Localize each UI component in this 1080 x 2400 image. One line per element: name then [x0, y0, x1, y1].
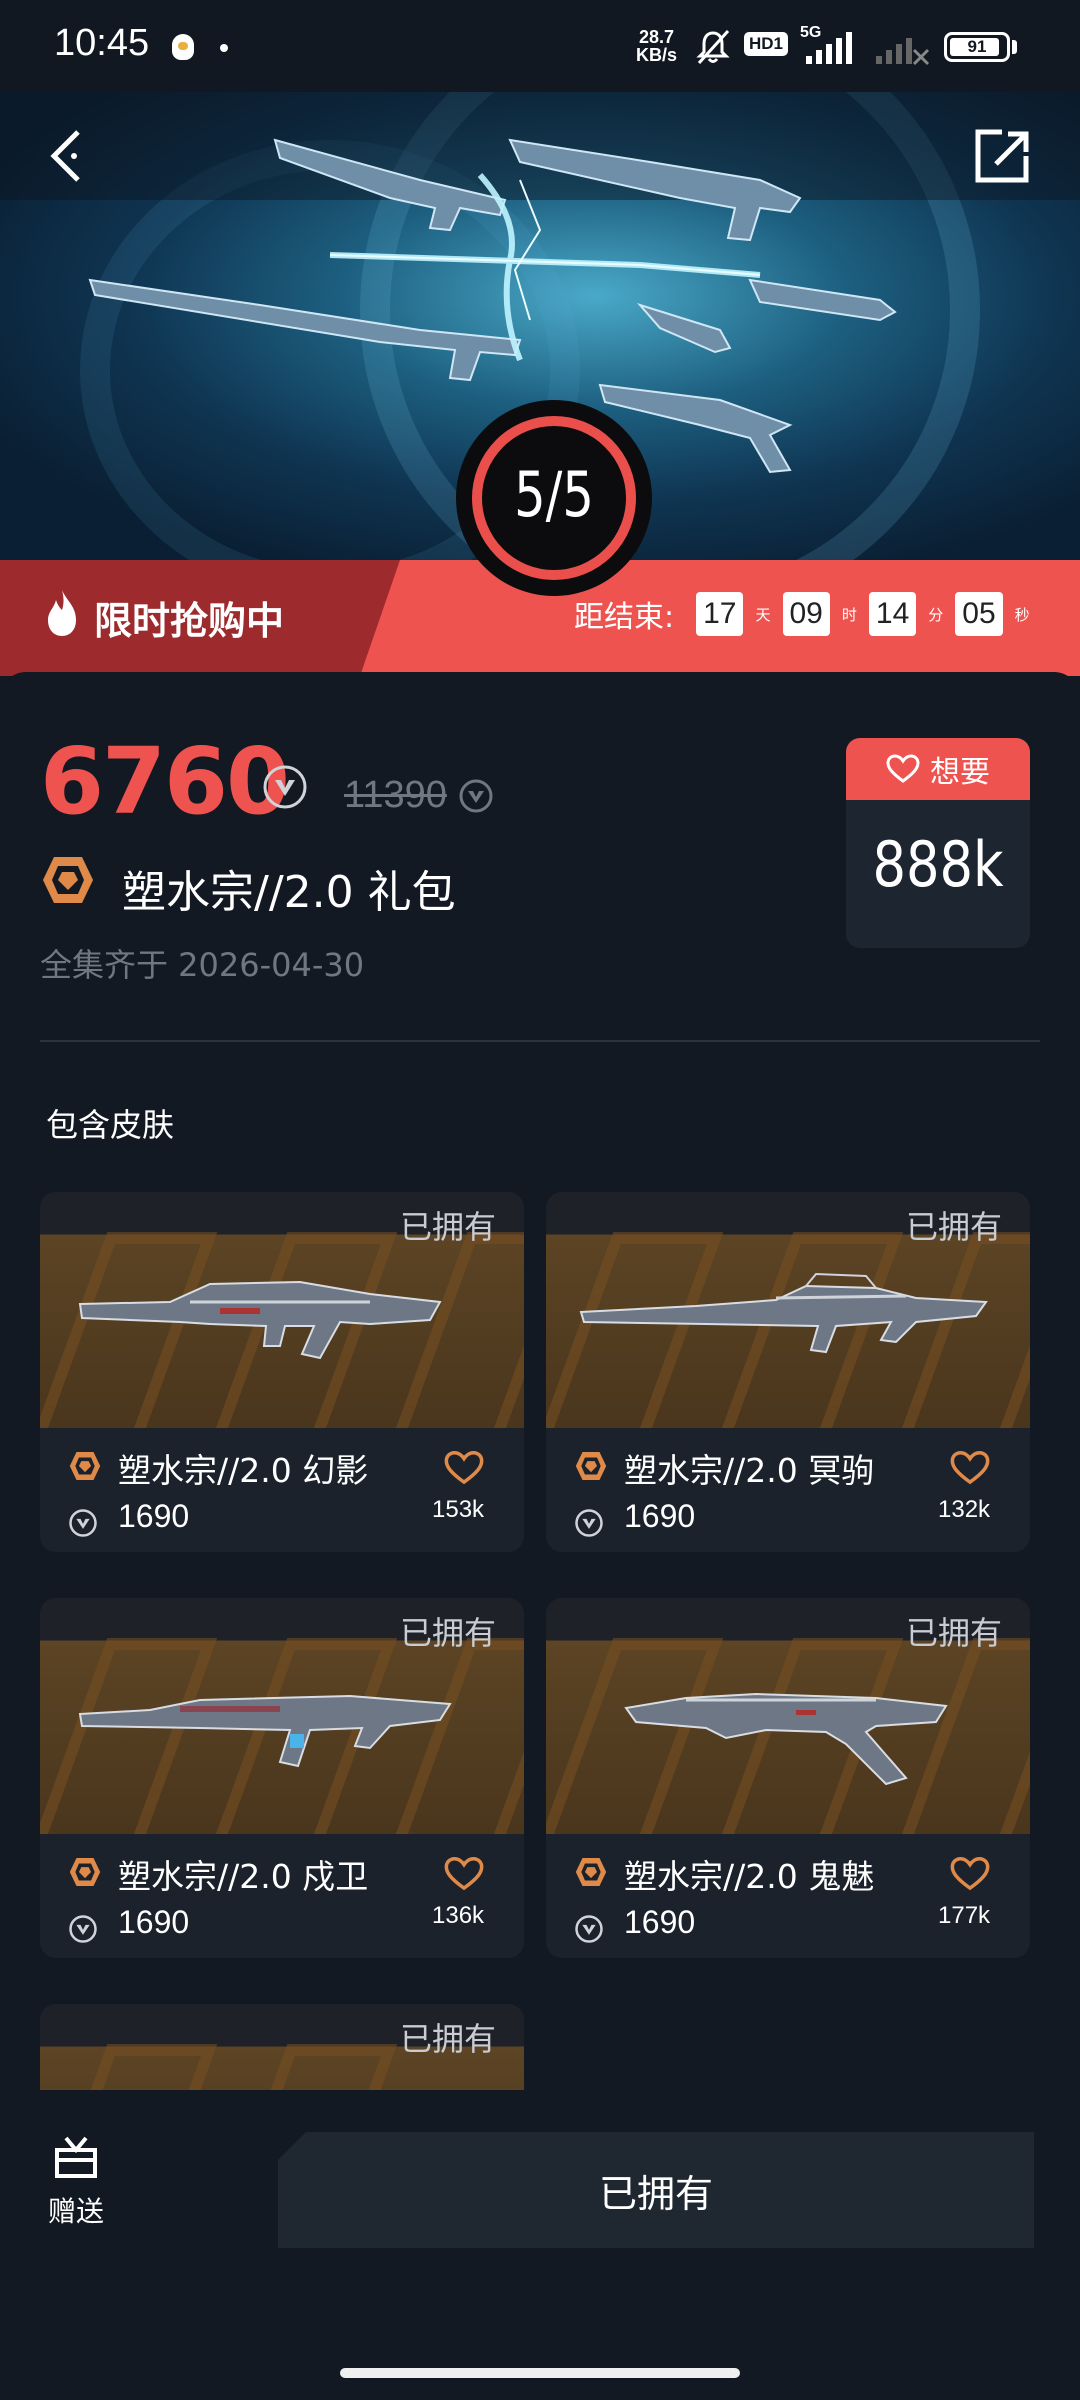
- flame-icon: [48, 590, 76, 636]
- vp-currency-icon: [459, 779, 493, 813]
- notification-dot-icon: [220, 44, 228, 52]
- want-label: 想要: [930, 755, 990, 790]
- qq-notification-icon: [172, 34, 194, 60]
- skin-name: 塑水宗//2.0 戍卫: [118, 1857, 369, 1896]
- bundle-name: 塑水宗//2.0 礼包: [122, 867, 456, 918]
- owned-button-label: 已拥有: [598, 2171, 713, 2216]
- skin-name: 塑水宗//2.0 幻影: [118, 1451, 369, 1490]
- hd-badge: HD1: [744, 32, 789, 56]
- skin-price: 1690: [624, 1904, 696, 1940]
- sale-countdown: 距结束: 17 天 09 时 14 分 05 秒: [574, 592, 1042, 636]
- owned-tag: 已拥有: [905, 1614, 1002, 1652]
- phantom-weapon-image: [78, 1280, 442, 1360]
- network-speed-value: 28.7: [638, 27, 675, 47]
- vp-currency-icon: [69, 1509, 97, 1537]
- premium-tier-icon: [69, 1858, 101, 1886]
- heart-icon[interactable]: [444, 1450, 484, 1486]
- skin-card[interactable]: 已拥有 塑水宗//2.0 戍卫 1690 136k: [40, 1598, 524, 1958]
- heart-icon[interactable]: [444, 1856, 484, 1892]
- bottom-action-bar: 赠送 已拥有: [0, 2090, 1080, 2400]
- ghost-weapon-image: [624, 1692, 948, 1786]
- gift-icon: [55, 2136, 97, 2178]
- skin-likes: 153k: [432, 1496, 485, 1523]
- divider: [40, 1040, 1040, 1042]
- skin-name: 塑水宗//2.0 鬼魅: [624, 1857, 875, 1896]
- countdown-hours: 09: [782, 592, 830, 636]
- premium-tier-icon: [575, 1452, 607, 1480]
- heart-icon: [886, 754, 920, 783]
- skin-price: 1690: [624, 1498, 696, 1534]
- countdown-seconds: 05: [955, 592, 1003, 636]
- skin-card[interactable]: 已拥有 塑水宗//2.0 冥驹 1690 132k: [546, 1192, 1030, 1552]
- gift-label: 赠送: [47, 2195, 104, 2228]
- signal-icon: [806, 32, 930, 66]
- bundle-price: 6760: [40, 728, 290, 835]
- skin-likes: 132k: [938, 1496, 991, 1523]
- collection-counter: 5/5: [456, 400, 652, 596]
- owned-tag: 已拥有: [399, 2020, 496, 2058]
- countdown-label: 距结束:: [574, 600, 675, 635]
- guardian-weapon-image: [78, 1694, 452, 1768]
- battery-tip: [1012, 40, 1017, 54]
- battery-icon: 91: [944, 32, 1010, 62]
- premium-tier-icon: [575, 1858, 607, 1886]
- premium-tier-icon: [43, 857, 93, 903]
- back-icon[interactable]: [40, 110, 100, 190]
- marshal-weapon-image: [579, 1272, 988, 1354]
- original-price: 11390: [344, 774, 447, 816]
- status-bar: 10:45 28.7 KB/s HD1 5G 91: [0, 0, 1080, 92]
- share-icon[interactable]: [966, 110, 1036, 190]
- heart-icon[interactable]: [950, 1856, 990, 1892]
- owned-tag: 已拥有: [905, 1208, 1002, 1246]
- mute-bell-icon: [696, 29, 730, 65]
- countdown-days-unit: 天: [755, 605, 771, 624]
- skin-likes: 136k: [432, 1902, 485, 1929]
- skin-name: 塑水宗//2.0 冥驹: [624, 1451, 875, 1490]
- battery-level: 91: [967, 37, 987, 56]
- heart-icon[interactable]: [950, 1450, 990, 1486]
- flash-sale-label: 限时抢购中: [94, 599, 285, 643]
- skin-price: 1690: [118, 1904, 190, 1940]
- status-time: 10:45: [54, 22, 150, 64]
- premium-tier-icon: [69, 1452, 101, 1480]
- skin-price: 1690: [118, 1498, 190, 1534]
- countdown-hours-unit: 时: [841, 605, 857, 624]
- network-speed: 28.7 KB/s: [636, 28, 677, 64]
- vp-currency-icon: [575, 1509, 603, 1537]
- home-indicator[interactable]: [340, 2368, 740, 2378]
- vp-currency-icon: [69, 1915, 97, 1943]
- owned-tag: 已拥有: [399, 1208, 496, 1246]
- vp-currency-icon: [263, 765, 307, 809]
- gift-button[interactable]: 赠送: [44, 2132, 108, 2230]
- countdown-seconds-unit: 秒: [1014, 605, 1030, 624]
- countdown-days: 17: [696, 592, 744, 636]
- skin-likes: 177k: [938, 1902, 991, 1929]
- collect-date: 全集齐于 2026-04-30: [40, 946, 365, 984]
- want-count: 888k: [872, 828, 1004, 901]
- network-speed-unit: KB/s: [636, 45, 678, 65]
- collection-count: 5/5: [514, 458, 594, 531]
- vp-currency-icon: [575, 1915, 603, 1943]
- countdown-minutes-unit: 分: [928, 605, 944, 624]
- owned-button[interactable]: 已拥有: [278, 2132, 1034, 2248]
- want-header: 想要: [846, 738, 1030, 800]
- owned-tag: 已拥有: [399, 1614, 496, 1652]
- skin-card[interactable]: 已拥有 塑水宗//2.0 鬼魅 1690 177k: [546, 1598, 1030, 1958]
- want-button[interactable]: 想要 888k: [846, 738, 1030, 948]
- countdown-minutes: 14: [868, 592, 917, 636]
- skin-card[interactable]: 已拥有 塑水宗//2.0 幻影 1690 153k: [40, 1192, 524, 1552]
- skins-section-title: 包含皮肤: [46, 1106, 175, 1144]
